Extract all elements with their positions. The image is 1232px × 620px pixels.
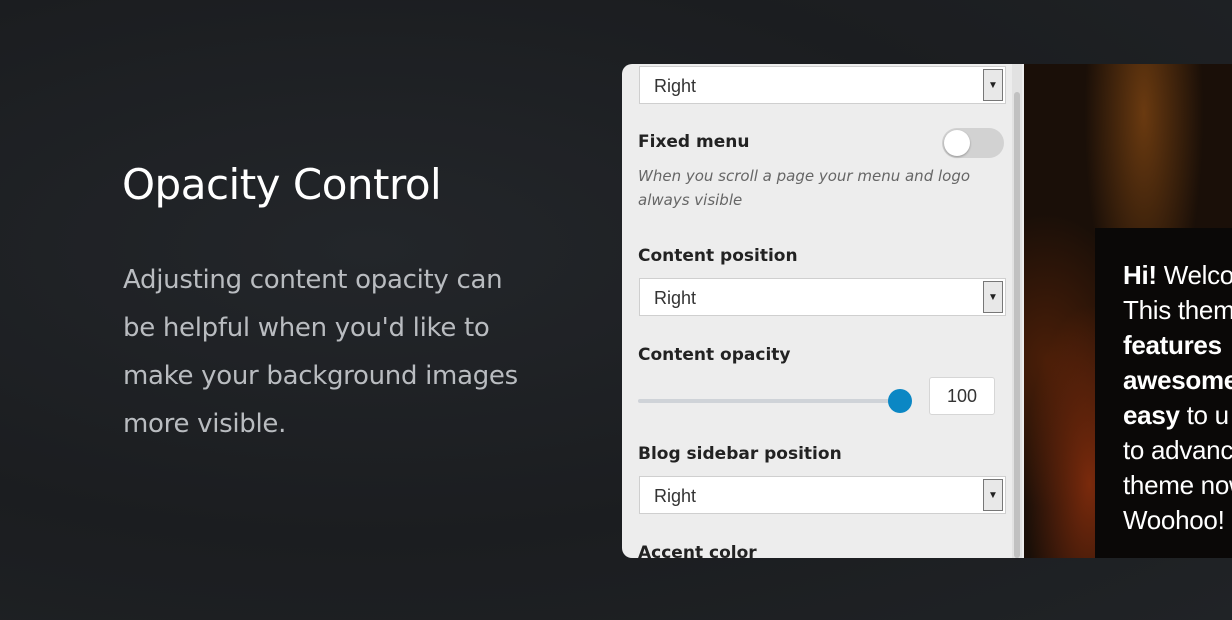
opacity-slider-handle[interactable] — [888, 389, 912, 413]
site-preview: Hi! Welco This them features awesome eas… — [1024, 64, 1232, 558]
fixed-menu-toggle[interactable] — [942, 128, 1004, 158]
content-position-label: Content position — [638, 246, 798, 266]
top-select-value: Right — [654, 76, 697, 96]
chevron-down-icon[interactable]: ▼ — [983, 69, 1003, 101]
hero-description: Adjusting content opacity can be helpful… — [123, 265, 518, 439]
chevron-down-icon[interactable]: ▼ — [983, 281, 1003, 313]
customizer-window: Right ▼ Fixed menu When you scroll a pag… — [622, 64, 1232, 558]
fixed-menu-label: Fixed menu — [638, 132, 750, 152]
welcome-content-box: Hi! Welco This them features awesome eas… — [1095, 228, 1232, 558]
hero-title: Opacity Control — [122, 160, 442, 209]
blog-sidebar-position-label: Blog sidebar position — [638, 444, 842, 464]
welcome-line: awesome — [1123, 365, 1232, 395]
blog-sidebar-position-select[interactable]: Right ▼ — [639, 476, 1006, 514]
blog-sidebar-position-value: Right — [654, 486, 697, 506]
welcome-line: features — [1123, 330, 1222, 360]
welcome-line: to advanc — [1123, 435, 1232, 465]
welcome-line: Woohoo! — [1123, 505, 1225, 535]
content-position-value: Right — [654, 288, 697, 308]
welcome-line: This them — [1123, 295, 1232, 325]
opacity-slider-track[interactable] — [638, 399, 903, 403]
fixed-menu-hint: When you scroll a page your menu and log… — [638, 167, 971, 209]
welcome-line: Hi! Welco — [1123, 260, 1232, 290]
content-opacity-label: Content opacity — [638, 345, 791, 365]
top-select[interactable]: Right ▼ — [639, 66, 1006, 104]
toggle-knob — [944, 130, 970, 156]
opacity-number-input[interactable]: 100 — [929, 377, 995, 415]
panel-scrollbar[interactable] — [1012, 64, 1022, 558]
accent-color-label: Accent color — [638, 543, 757, 558]
settings-panel: Right ▼ Fixed menu When you scroll a pag… — [622, 64, 1024, 558]
welcome-line: easy to u — [1123, 400, 1229, 430]
scrollbar-thumb[interactable] — [1014, 92, 1020, 558]
welcome-line: theme now — [1123, 470, 1232, 500]
chevron-down-icon[interactable]: ▼ — [983, 479, 1003, 511]
content-position-select[interactable]: Right ▼ — [639, 278, 1006, 316]
